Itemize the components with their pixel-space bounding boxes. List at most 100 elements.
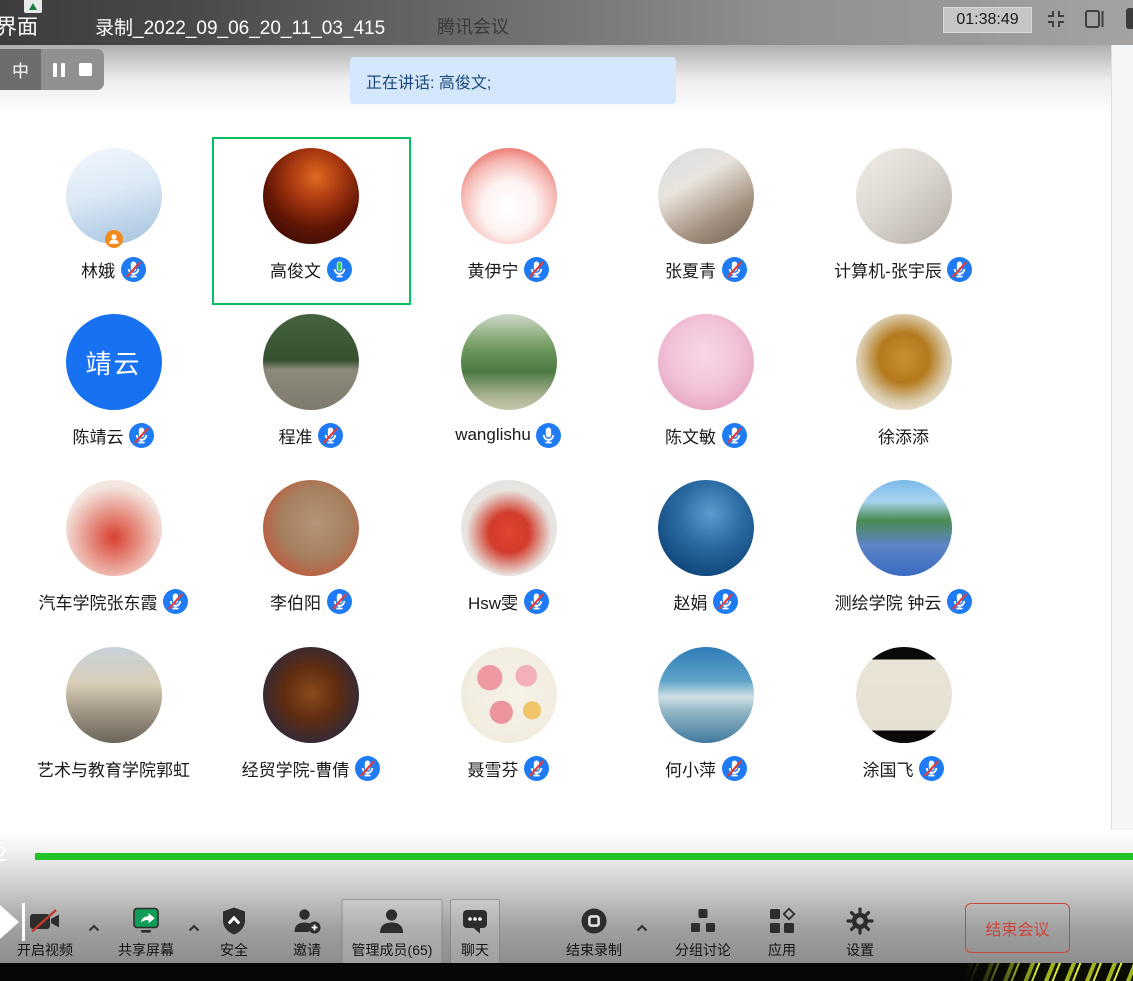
mic-muted-icon [318,422,344,448]
avatar [461,647,557,743]
security-icon [219,904,249,938]
toolbar-label: 管理成员(65) [352,940,433,960]
chevron-up-icon[interactable] [188,919,200,927]
participant-name: Hsw雯 [468,589,518,614]
mic-muted-icon [713,588,739,614]
participant-name: 赵娟 [674,589,708,614]
mic-on-icon [536,422,562,448]
avatar [658,480,754,576]
chevron-up-icon[interactable] [636,919,648,927]
pause-recording-icon[interactable] [53,63,65,77]
end-meeting-button[interactable]: 结束会议 [965,903,1070,953]
playback-progress-bar[interactable] [35,853,1133,860]
participant-grid: 林娥 高俊文 黄伊宁 [0,0,1133,830]
mic-muted-icon [721,422,747,448]
mic-muted-icon [523,588,549,614]
apps-icon [767,904,797,938]
toolbar-label: 邀请 [293,940,321,960]
mic-muted-icon [163,588,189,614]
camera-off-icon [29,904,61,938]
mic-muted-icon [721,256,747,282]
toolbar-label: 结束录制 [566,940,622,960]
mic-muted-icon [947,256,973,282]
participant-tile[interactable]: 高俊文 [213,138,410,304]
avatar [263,148,359,244]
participant-name: 陈靖云 [73,423,124,448]
mic-muted-icon [524,755,550,781]
participant-tile[interactable]: 何小萍 [608,637,805,803]
toolbar-button-members[interactable]: 管理成员(65) [342,899,443,964]
recording-title: 录制_2022_09_06_20_11_03_415 [95,13,385,40]
mic-muted-icon [129,422,155,448]
hazard-stripes [965,963,1133,981]
participant-name: 涂国飞 [863,756,914,781]
participant-name: 何小萍 [665,756,716,781]
toolbar-label: 设置 [846,940,874,960]
breakout-icon [688,904,718,938]
mic-muted-icon [326,588,352,614]
participant-tile[interactable]: 徐添添 [805,304,1002,470]
player-ui-label: 界面 [0,11,38,41]
play-button[interactable] [0,905,19,939]
toolbar-button-screen-share[interactable]: 共享屏幕 [108,899,184,964]
participant-tile[interactable]: 汽车学院张东霞 [15,470,212,636]
toolbar-label: 应用 [768,940,796,960]
stop-recording-icon[interactable] [79,63,92,76]
participant-tile[interactable]: 林娥 [15,138,212,304]
avatar [856,314,952,410]
toolbar-button-invite[interactable]: 邀请 [282,899,332,964]
avatar [461,480,557,576]
participant-tile[interactable]: wanglishu [410,304,607,470]
mic-muted-icon [524,256,550,282]
toolbar-button-stop-record[interactable]: 结束录制 [556,899,632,964]
toolbar-label: 安全 [220,940,248,960]
participant-tile[interactable]: 经贸学院-曹倩 [213,637,410,803]
participant-tile[interactable]: 艺术与教育学院郭虹 [15,637,212,803]
toolbar-button-apps[interactable]: 应用 [757,899,807,964]
toolbar-button-security[interactable]: 安全 [209,899,259,964]
speaking-banner: 正在讲话: 高俊文; [350,57,676,104]
invite-icon [292,904,322,938]
mic-muted-icon [946,588,972,614]
play-button-bar [22,903,25,941]
participant-tile[interactable]: 赵娟 [608,470,805,636]
titlebar-icon-partial[interactable] [1126,8,1133,29]
avatar [461,314,557,410]
avatar [658,148,754,244]
avatar [263,314,359,410]
mic-muted-icon [120,256,146,282]
stop-record-icon [579,904,609,938]
layout-toggle-icon[interactable] [1084,8,1106,30]
mic-speaking-icon [326,256,352,282]
exit-fullscreen-icon[interactable] [1045,8,1067,30]
participant-name: 徐添添 [878,423,929,448]
toolbar-button-settings[interactable]: 设置 [835,899,885,964]
participant-name: 经贸学院-曹倩 [242,756,350,781]
participant-tile[interactable]: 张夏青 [608,138,805,304]
participant-name: 林娥 [81,257,115,282]
participant-tile[interactable]: 计算机-张宇辰 [805,138,1002,304]
toolbar-label: 聊天 [461,940,489,960]
title-bar: 界面 录制_2022_09_06_20_11_03_415 腾讯会议 01:38… [0,0,1133,45]
avatar [856,148,952,244]
avatar [856,647,952,743]
participant-tile[interactable]: Hsw雯 [410,470,607,636]
mic-muted-icon [919,755,945,781]
participant-tile[interactable]: 涂国飞 [805,637,1002,803]
toolbar-button-breakout[interactable]: 分组讨论 [665,899,741,964]
participant-tile[interactable]: 靖云 陈靖云 [15,304,212,470]
members-icon [377,904,407,938]
participant-tile[interactable]: 李伯阳 [213,470,410,636]
avatar [658,314,754,410]
participant-tile[interactable]: 黄伊宁 [410,138,607,304]
participant-tile[interactable]: 聂雪芬 [410,637,607,803]
toolbar-button-chat[interactable]: 聊天 [450,899,500,964]
participant-tile[interactable]: 陈文敏 [608,304,805,470]
recording-controls: 中 [0,49,104,90]
chevron-up-icon[interactable] [88,919,100,927]
participant-name: 程准 [279,423,313,448]
participant-name: 陈文敏 [665,423,716,448]
mic-muted-icon [721,755,747,781]
participant-tile[interactable]: 测绘学院 钟云 [805,470,1002,636]
participant-tile[interactable]: 程准 [213,304,410,470]
